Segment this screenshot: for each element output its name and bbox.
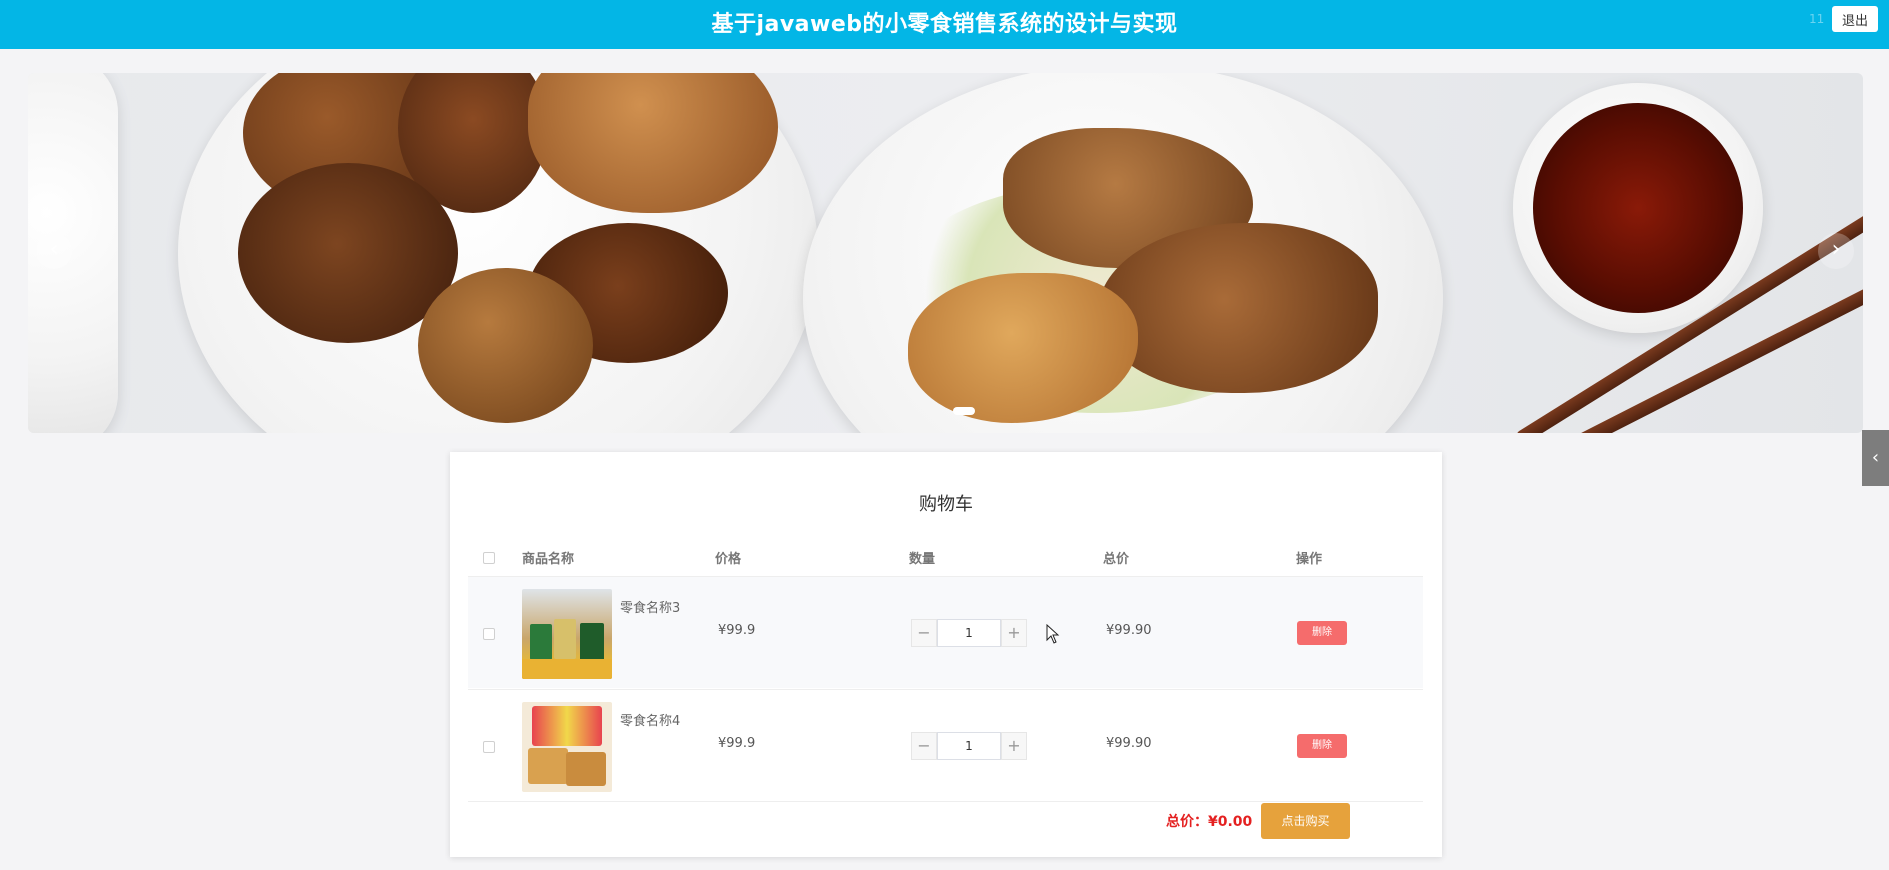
row-subtotal: ¥99.90 (1106, 623, 1152, 638)
qty-minus-icon[interactable]: − (911, 732, 937, 760)
cart-total: 总价：¥0.00 (1166, 814, 1253, 830)
delete-button[interactable]: 删除 (1297, 734, 1347, 758)
cart-row: 零食名称3 ¥99.9 − 1 + ¥99.90 删除 (468, 576, 1423, 688)
top-bar: 基于javaweb的小零食销售系统的设计与实现 11 退出 (0, 0, 1889, 49)
carousel-prev-icon[interactable]: ‹ (36, 233, 72, 269)
delete-button[interactable]: 删除 (1297, 621, 1347, 645)
divider (468, 801, 1423, 802)
product-name[interactable]: 零食名称4 (620, 710, 680, 729)
username-label: 11 (1809, 12, 1825, 26)
product-thumbnail (522, 702, 612, 792)
select-all-checkbox[interactable] (483, 552, 495, 564)
banner-carousel[interactable]: ‹ › (28, 73, 1863, 433)
qty-input[interactable]: 1 (937, 619, 1001, 647)
cart-panel: 购物车 商品名称 价格 数量 总价 操作 零食名称3 ¥99.9 − 1 + ¥… (450, 452, 1442, 857)
col-name: 商品名称 (522, 552, 575, 567)
cart-title: 购物车 (919, 494, 973, 515)
carousel-next-icon[interactable]: › (1818, 233, 1854, 269)
row-subtotal: ¥99.90 (1106, 736, 1152, 751)
mouse-cursor-icon (1046, 624, 1060, 644)
quantity-stepper: − 1 + (911, 619, 1027, 647)
qty-plus-icon[interactable]: + (1001, 619, 1027, 647)
qty-input[interactable]: 1 (937, 732, 1001, 760)
qty-minus-icon[interactable]: − (911, 619, 937, 647)
logout-button[interactable]: 退出 (1832, 6, 1878, 32)
col-qty: 数量 (909, 552, 936, 567)
product-name[interactable]: 零食名称3 (620, 597, 680, 616)
product-thumbnail (522, 589, 612, 679)
side-collapse-icon[interactable]: ‹ (1862, 430, 1889, 486)
cart-row: 零食名称4 ¥99.9 − 1 + ¥99.90 删除 (468, 689, 1423, 801)
product-price: ¥99.9 (718, 736, 756, 751)
checkout-button[interactable]: 点击购买 (1261, 803, 1350, 839)
cart-table-header: 商品名称 价格 数量 总价 操作 (468, 542, 1423, 572)
qty-plus-icon[interactable]: + (1001, 732, 1027, 760)
col-action: 操作 (1296, 552, 1323, 567)
row-checkbox[interactable] (483, 741, 495, 753)
col-total: 总价 (1103, 552, 1130, 567)
quantity-stepper: − 1 + (911, 732, 1027, 760)
col-price: 价格 (715, 552, 742, 567)
product-price: ¥99.9 (718, 623, 756, 638)
page-title: 基于javaweb的小零食销售系统的设计与实现 (711, 12, 1178, 37)
row-checkbox[interactable] (483, 628, 495, 640)
carousel-indicator[interactable] (953, 407, 975, 415)
